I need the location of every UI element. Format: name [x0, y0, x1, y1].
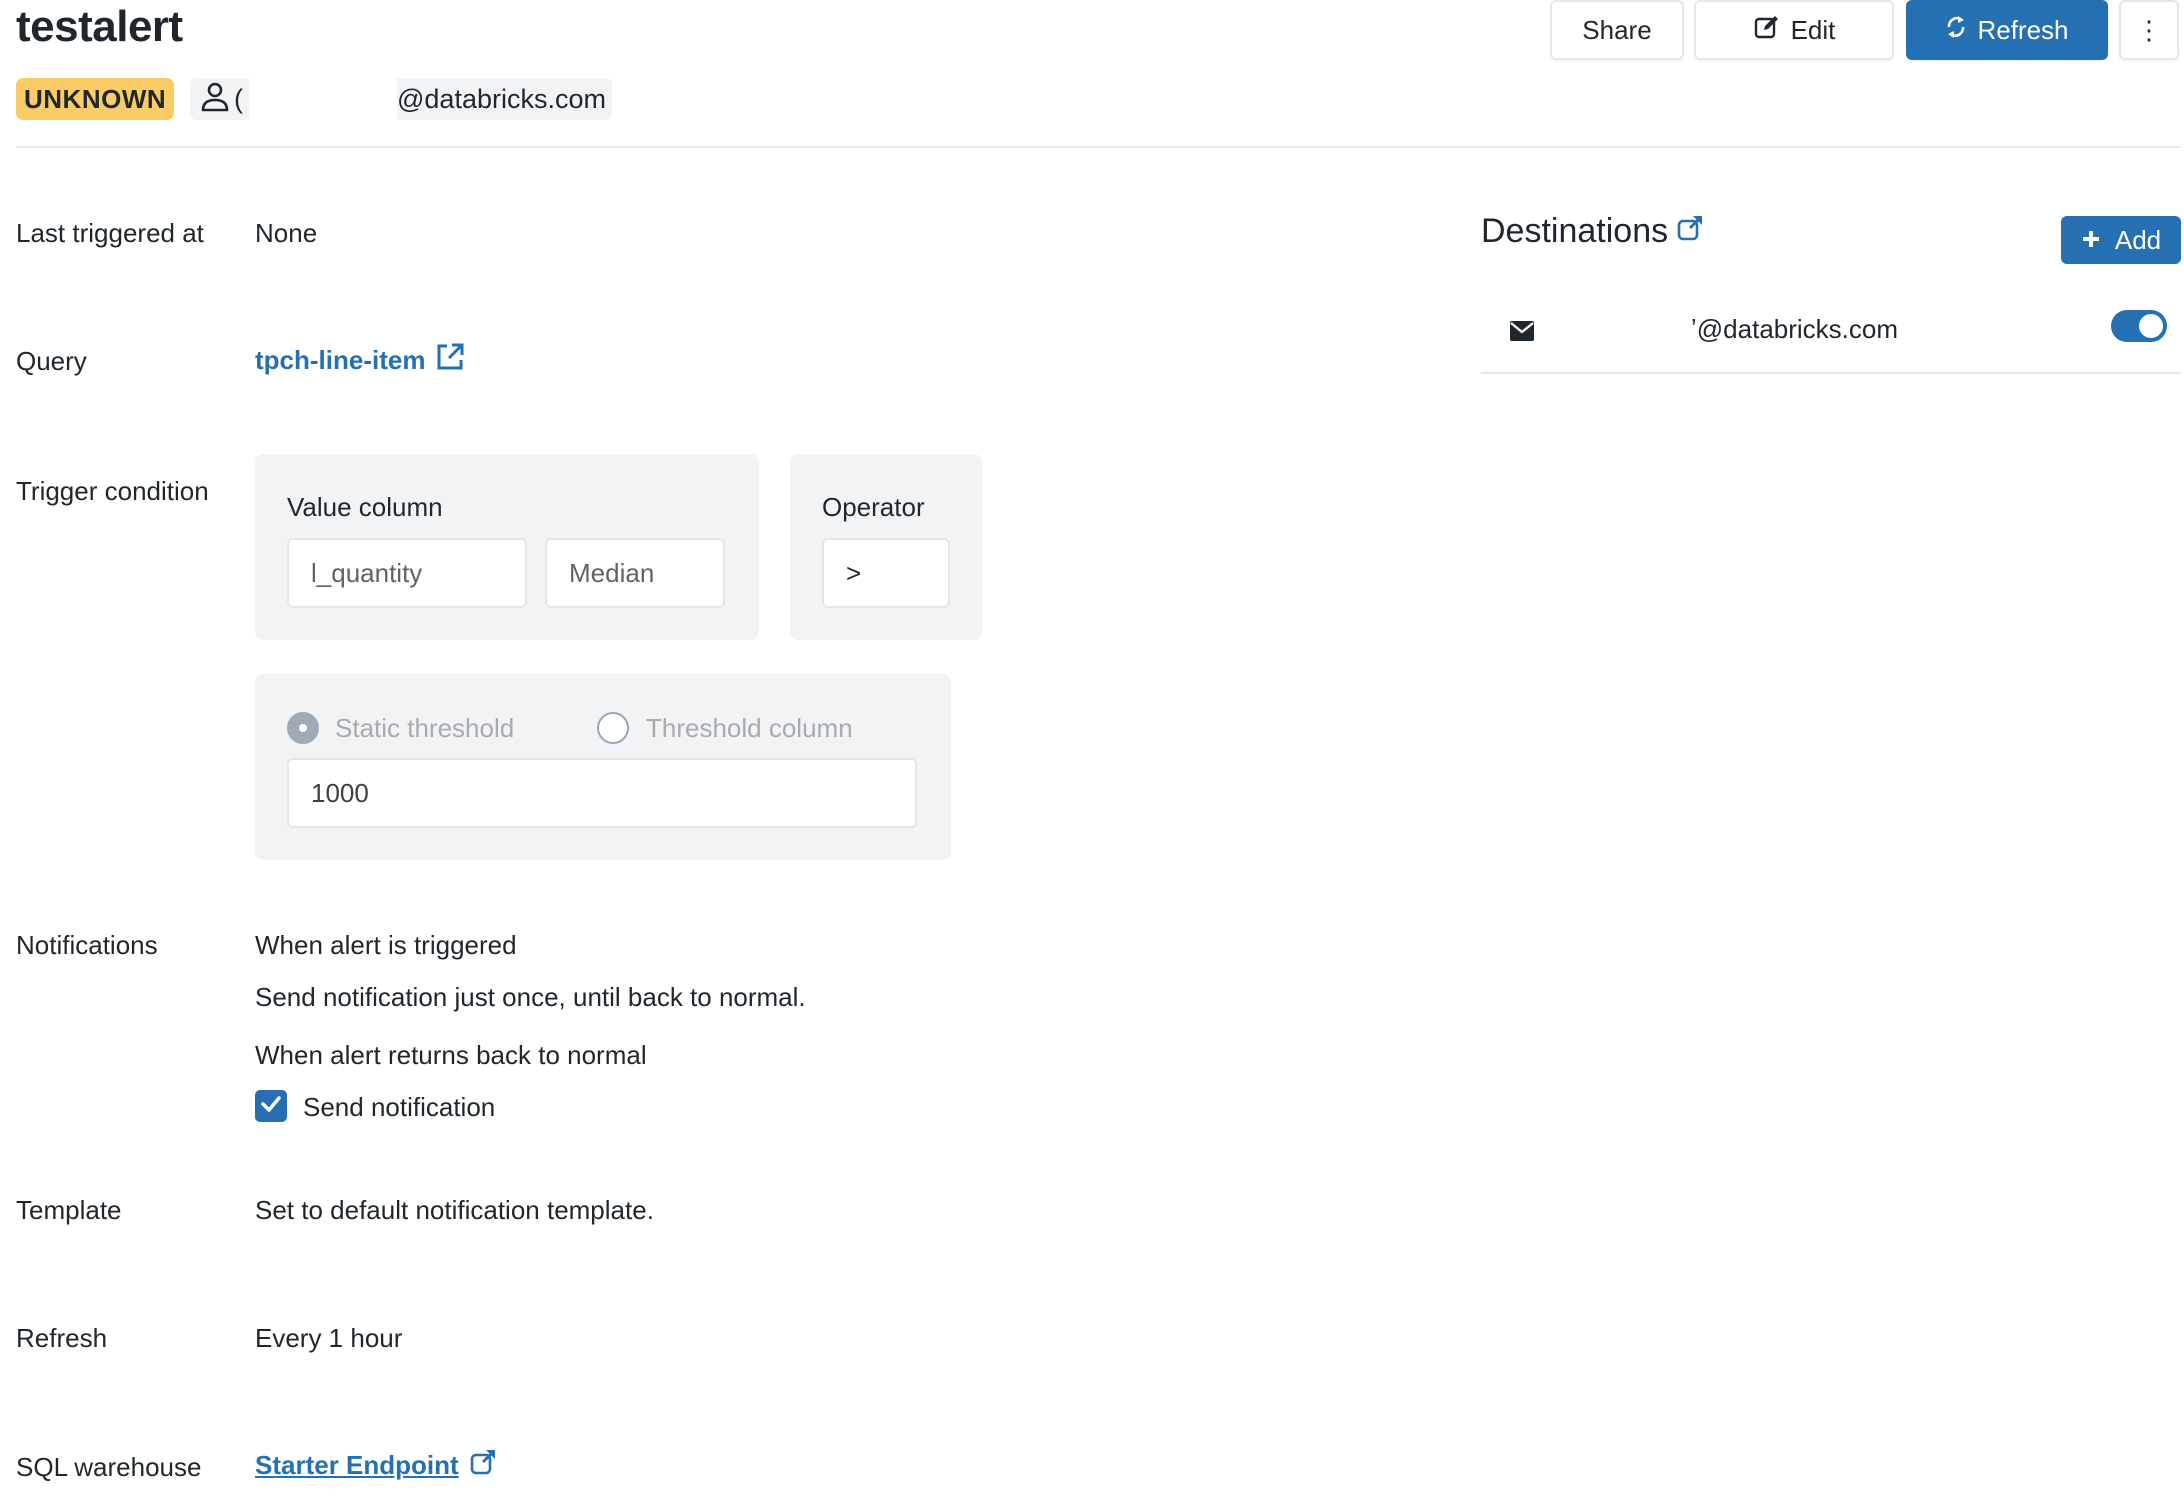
threshold-column-label[interactable]: Threshold column — [646, 713, 853, 744]
destination-enabled-toggle[interactable] — [2111, 310, 2167, 342]
operator-label: Operator — [822, 492, 925, 522]
sql-warehouse-label: SQL warehouse — [16, 1452, 202, 1482]
share-label: Share — [1582, 14, 1652, 45]
external-link-icon[interactable] — [1676, 212, 1704, 251]
external-link-icon[interactable] — [435, 342, 465, 379]
destination-email: ʼ@databricks.com — [1691, 314, 1899, 344]
query-link-text[interactable]: tpch-line-item — [255, 345, 425, 376]
threshold-value-input[interactable]: 1000 — [287, 758, 917, 828]
edit-button[interactable]: Edit — [1694, 0, 1894, 60]
user-icon — [200, 81, 230, 118]
redacted-region — [249, 78, 397, 120]
share-button[interactable]: Share — [1550, 0, 1684, 60]
add-label: Add — [2114, 224, 2162, 255]
edit-icon — [1753, 13, 1781, 48]
refresh-label: Refresh — [1977, 14, 2069, 45]
alert-title: testalert — [16, 2, 183, 51]
plus-icon — [2081, 225, 2101, 256]
normal-heading: When alert returns back to normal — [255, 1040, 647, 1070]
destinations-title: Destinations — [1481, 212, 1669, 250]
status-badge: UNKNOWN — [16, 78, 175, 120]
more-options-button[interactable]: ⋮ — [2119, 0, 2179, 60]
owner-chip: ( @databricks.com — [190, 78, 612, 120]
owner-email: @databricks.com — [397, 83, 606, 114]
add-destination-button[interactable]: Add — [2061, 216, 2181, 264]
query-link[interactable]: tpch-line-item — [255, 342, 465, 379]
send-notification-label[interactable]: Send notification — [303, 1092, 495, 1123]
value-column-label: Value column — [287, 492, 443, 522]
template-value: Set to default notification template. — [255, 1195, 654, 1225]
header-divider — [16, 146, 2180, 148]
sql-warehouse-link[interactable]: Starter Endpoint — [255, 1448, 497, 1483]
notifications-label: Notifications — [16, 930, 158, 960]
destination-row: ʼ@databricks.com — [1481, 290, 2181, 374]
checkmark-icon — [260, 1094, 282, 1119]
query-label: Query — [16, 346, 87, 376]
static-threshold-label[interactable]: Static threshold — [335, 713, 514, 744]
aggregation-select[interactable]: Median — [545, 538, 725, 608]
destinations-header: Destinations — [1481, 212, 1704, 251]
last-triggered-value: None — [255, 218, 318, 248]
edit-label: Edit — [1790, 14, 1836, 45]
refresh-schedule-value: Every 1 hour — [255, 1323, 403, 1353]
value-column-panel: Value column l_quantity Median — [255, 454, 759, 640]
redacted-region — [1571, 314, 1681, 350]
last-triggered-label: Last triggered at — [16, 218, 204, 248]
static-threshold-radio[interactable] — [287, 712, 319, 744]
kebab-icon: ⋮ — [2136, 14, 2162, 45]
send-notification-checkbox[interactable] — [255, 1090, 287, 1122]
operator-select[interactable]: > — [822, 538, 950, 608]
operator-panel: Operator > — [790, 454, 982, 640]
value-column-select[interactable]: l_quantity — [287, 538, 527, 608]
threshold-column-radio[interactable] — [597, 712, 629, 744]
triggered-heading: When alert is triggered — [255, 930, 517, 960]
owner-email-prefix: ( — [234, 83, 243, 114]
refresh-schedule-label: Refresh — [16, 1323, 108, 1353]
email-icon — [1509, 320, 1535, 347]
template-label: Template — [16, 1195, 122, 1225]
triggered-text: Send notification just once, until back … — [255, 982, 806, 1012]
sql-warehouse-link-text[interactable]: Starter Endpoint — [255, 1450, 459, 1481]
threshold-panel: Static threshold Threshold column 1000 — [255, 674, 951, 860]
external-link-icon[interactable] — [469, 1448, 497, 1483]
refresh-icon — [1945, 14, 1967, 47]
trigger-condition-label: Trigger condition — [16, 476, 209, 506]
refresh-button[interactable]: Refresh — [1906, 0, 2108, 60]
